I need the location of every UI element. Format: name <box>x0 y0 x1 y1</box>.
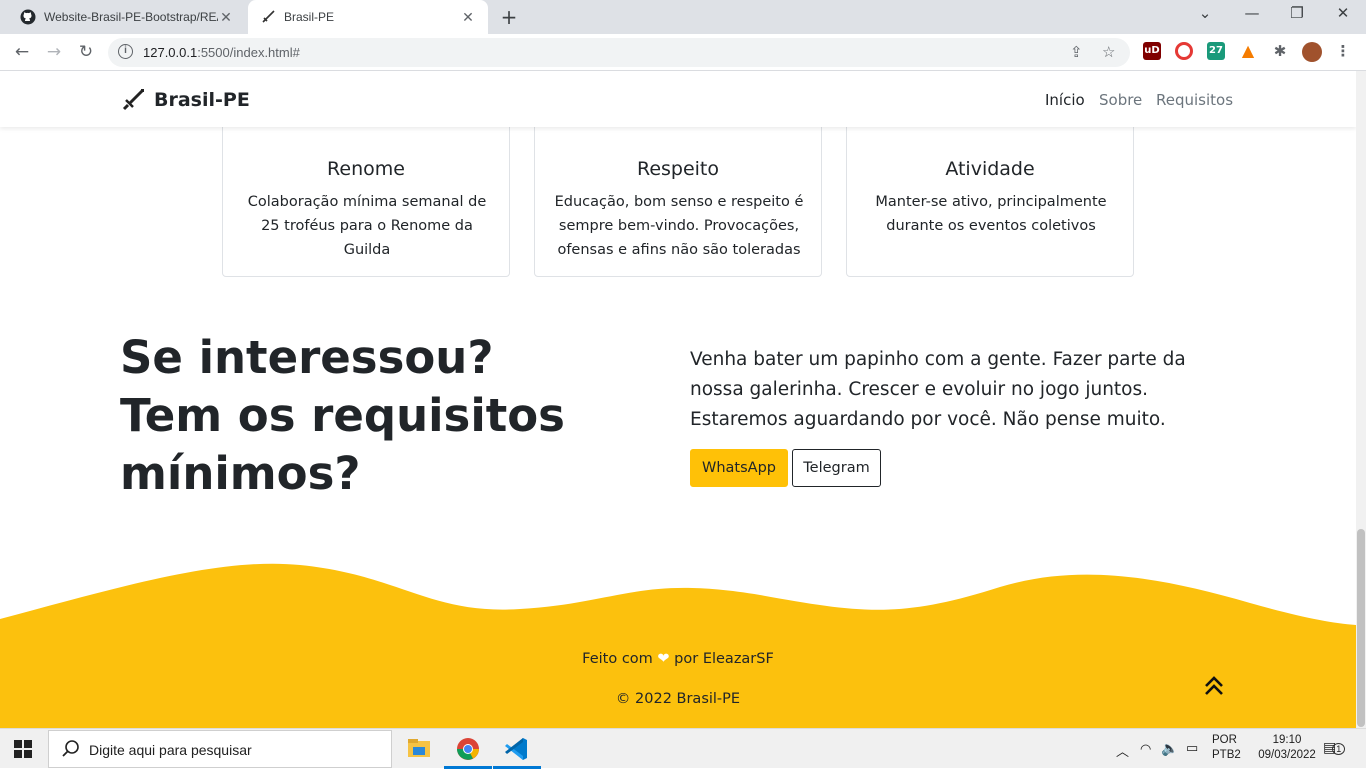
reload-button[interactable]: ↻ <box>74 40 98 64</box>
web-page: Renome Colaboração mínima semanal de 25 … <box>0 71 1356 728</box>
whatsapp-button[interactable]: WhatsApp <box>690 449 788 487</box>
brand-link[interactable]: Brasil-PE <box>120 87 250 113</box>
cta-paragraph: Venha bater um papinho com a gente. Faze… <box>690 349 1186 430</box>
tab-title: Brasil-PE <box>284 10 335 24</box>
close-window-button[interactable]: ✕ <box>1331 4 1355 22</box>
page-scrollbar[interactable] <box>1356 71 1366 728</box>
brand-name: Brasil-PE <box>154 89 250 111</box>
ublock-icon[interactable]: uD <box>1143 42 1161 60</box>
tab-title: Website-Brasil-PE-Bootstrap/README <box>44 10 218 24</box>
language-indicator[interactable]: POR PTB2 <box>1212 734 1241 761</box>
wifi-icon[interactable]: ◠ <box>1140 741 1151 757</box>
new-tab-button[interactable]: + <box>498 6 520 28</box>
back-button[interactable]: ← <box>10 40 34 64</box>
ext-27-icon[interactable]: 27 <box>1207 42 1225 60</box>
browser-tab-github[interactable]: Website-Brasil-PE-Bootstrap/README ✕ <box>8 0 246 34</box>
windows-start-icon[interactable] <box>14 740 32 758</box>
ext-red-icon[interactable] <box>1175 42 1193 60</box>
taskbar-search-input[interactable]: Digite aqui para pesquisar <box>48 730 392 768</box>
tab-search-icon[interactable]: ⌄ <box>1193 4 1217 22</box>
card-atividade: Atividade Manter-se ativo, principalment… <box>846 92 1134 277</box>
cta-heading: Se interessou? Tem os requisitos mínimos… <box>120 331 565 500</box>
extensions-icon[interactable]: ✱ <box>1271 42 1289 60</box>
file-explorer-icon[interactable] <box>395 729 443 769</box>
heart-icon: ❤ <box>657 651 670 667</box>
browser-tab-strip: Website-Brasil-PE-Bootstrap/README ✕ Bra… <box>0 0 1366 34</box>
bookmark-star-icon[interactable]: ☆ <box>1102 43 1115 61</box>
chevron-up-double-icon[interactable] <box>1202 673 1226 697</box>
vlc-icon[interactable]: ▲ <box>1239 42 1257 60</box>
browser-toolbar: ← → ↻ i 127.0.0.1:5500/index.html# ⇪ ☆ u… <box>0 34 1366 71</box>
card-text: Manter-se ativo, principalmente durante … <box>875 194 1107 234</box>
minimize-button[interactable]: — <box>1240 4 1264 22</box>
tray-chevron-up-icon[interactable]: ︿ <box>1116 741 1129 760</box>
address-bar[interactable]: i 127.0.0.1:5500/index.html# ⇪ ☆ <box>108 38 1130 67</box>
clock[interactable]: 19:10 09/03/2022 <box>1248 734 1326 761</box>
card-renome: Renome Colaboração mínima semanal de 25 … <box>222 92 510 277</box>
nav-link-requisitos[interactable]: Requisitos <box>1156 91 1233 109</box>
forward-button[interactable]: → <box>42 40 66 64</box>
scrollbar-thumb[interactable] <box>1357 529 1365 727</box>
chrome-icon[interactable] <box>444 729 492 769</box>
site-info-icon[interactable]: i <box>118 44 133 59</box>
close-icon[interactable]: ✕ <box>460 9 476 26</box>
footer-made-by: Feito com ❤ por EleazarSF <box>582 651 774 667</box>
sword-icon <box>122 88 145 111</box>
battery-icon[interactable]: ▭ <box>1186 740 1198 756</box>
card-respeito: Respeito Educação, bom senso e respeito … <box>534 92 822 277</box>
card-title: Respeito <box>636 158 720 180</box>
menu-icon[interactable]: ⋮ <box>1334 42 1352 60</box>
nav-link-sobre[interactable]: Sobre <box>1099 91 1142 109</box>
nav-link-inicio[interactable]: Início <box>1045 91 1085 109</box>
windows-taskbar: Digite aqui para pesquisar ︿ ◠ 🔈 ▭ POR P… <box>0 728 1366 769</box>
browser-tab-brasil-pe[interactable]: Brasil-PE ✕ <box>248 0 488 34</box>
card-title: Renome <box>327 158 405 180</box>
sword-icon <box>262 10 275 23</box>
search-icon <box>62 740 79 757</box>
telegram-button[interactable]: Telegram <box>792 449 881 487</box>
close-icon[interactable]: ✕ <box>218 9 234 26</box>
vscode-icon[interactable] <box>493 729 541 769</box>
github-icon <box>20 9 36 25</box>
card-text: Educação, bom senso e respeito é sempre … <box>554 194 804 258</box>
card-text: Colaboração mínima semanal de 25 troféus… <box>247 194 487 258</box>
profile-avatar[interactable] <box>1302 42 1322 62</box>
url-text: 127.0.0.1:5500/index.html# <box>143 45 300 60</box>
footer-copyright: © 2022 Brasil-PE <box>615 691 741 707</box>
card-title: Atividade <box>945 158 1035 180</box>
site-navbar: Brasil-PE Início Sobre Requisitos <box>0 71 1356 127</box>
volume-icon[interactable]: 🔈 <box>1161 740 1178 757</box>
share-icon[interactable]: ⇪ <box>1070 43 1083 61</box>
restore-button[interactable]: ❐ <box>1285 4 1309 22</box>
notification-icon[interactable]: ▤1 <box>1323 739 1346 756</box>
